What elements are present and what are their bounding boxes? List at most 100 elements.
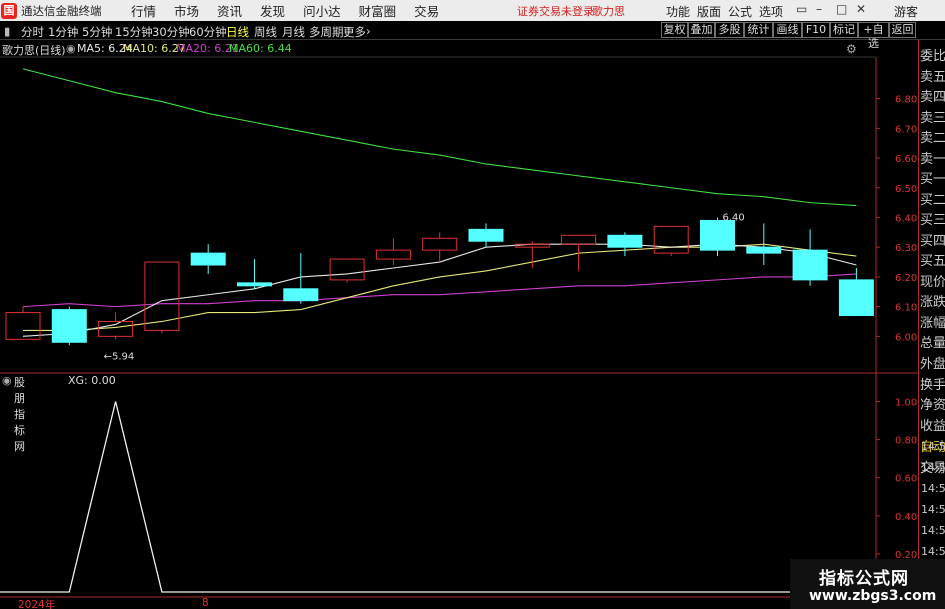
trade-time: 14:56 xyxy=(921,524,945,537)
quote-side-panel: 委比 卖五 卖四 卖三 卖二 卖一 买一 买二 买三 买四 买五 现价 涨跌 涨幅 总量 外盘 换手 净资 收益 自动… xyxy=(918,40,945,609)
price-tick-label: 6.20 xyxy=(895,273,917,284)
xg-indicator-line xyxy=(0,401,876,593)
minimize-icon[interactable]: – xyxy=(816,2,822,16)
quote-field-label: 卖五 xyxy=(920,70,945,85)
price-tick-label: 6.80 xyxy=(895,95,917,106)
period-daily[interactable]: 日线 xyxy=(226,24,249,40)
quote-field-label: 涨跌 xyxy=(920,295,945,310)
candle-up xyxy=(144,261,180,331)
candle-down xyxy=(746,246,782,254)
indicator-value: XG: 0.00 xyxy=(68,374,116,387)
period-monthly[interactable]: 月线 xyxy=(282,24,305,40)
period-1min[interactable]: 1分钟 xyxy=(48,24,78,40)
price-tick-label: 6.50 xyxy=(895,184,917,195)
candle-up xyxy=(514,243,550,248)
menu-layout[interactable]: 版面 xyxy=(697,3,721,20)
quote-field-label: 委比 xyxy=(920,49,945,64)
price-tick-label: 6.40 xyxy=(895,213,917,224)
quote-field-label: 卖四 xyxy=(920,90,945,105)
period-5min[interactable]: 5分钟 xyxy=(82,24,112,40)
period-multi[interactable]: 多周期 xyxy=(309,24,344,40)
watermark-title: 指标公式网 xyxy=(819,569,909,589)
candle-up xyxy=(422,237,458,251)
period-15min[interactable]: 15分钟 xyxy=(115,24,153,40)
quote-field-label: 收益 xyxy=(920,419,945,434)
date-label-year: 2024年 xyxy=(18,599,56,609)
quote-field-label: 卖二 xyxy=(920,131,945,146)
overlay-button[interactable]: 叠加 xyxy=(688,22,715,38)
collapse-icon[interactable]: ◉ xyxy=(66,42,76,55)
candle-down xyxy=(237,282,272,287)
kline-chart[interactable]: ⚙ 6.806.706.606.506.406.306.206.106.00 1… xyxy=(0,40,918,609)
statistics-button[interactable]: 统计 xyxy=(744,22,773,38)
stock-name-title: 歌力思 xyxy=(592,5,625,18)
quote-field-label: 涨幅 xyxy=(920,316,945,331)
menu-news[interactable]: 资讯 xyxy=(217,1,242,20)
period-toolbar: ▮ 分时 1分钟 5分钟 15分钟 30分钟 60分钟 日线 周线 月线 多周期… xyxy=(0,21,945,50)
price-tick-label: 6.70 xyxy=(895,124,917,135)
draw-line-button[interactable]: 画线 xyxy=(773,22,802,38)
watermark-url: www.zbgs3.com xyxy=(809,588,937,604)
ma-info-row: 歌力思(日线) ◉ MA5: 6.24 MA10: 6.27 MA20: 6.2… xyxy=(0,41,870,57)
indicator-tick-label: 1.00 xyxy=(895,398,917,409)
chart-title: 歌力思(日线) xyxy=(2,44,66,57)
quote-field-label: 净资 xyxy=(920,398,945,413)
period-weekly[interactable]: 周线 xyxy=(254,24,277,40)
ma60-line xyxy=(22,68,857,207)
trade-login-notice[interactable]: 证券交易未登录 xyxy=(517,3,594,19)
menu-quotes[interactable]: 行情 xyxy=(131,1,156,20)
candle-up xyxy=(653,225,689,254)
adjust-button[interactable]: 复权 xyxy=(661,22,688,38)
f10-button[interactable]: F10 xyxy=(802,22,830,38)
mark-button[interactable]: 标记 xyxy=(830,22,858,38)
period-60min[interactable]: 60分钟 xyxy=(189,24,227,40)
quote-field-label: 买四 xyxy=(920,234,945,249)
quote-field-label: 买三 xyxy=(920,213,945,228)
menu-formula[interactable]: 公式 xyxy=(728,3,752,20)
date-label-month: 8 xyxy=(202,597,209,609)
menu-market[interactable]: 市场 xyxy=(174,1,199,20)
menu-function[interactable]: 功能 xyxy=(666,3,690,20)
price-tick-label: 6.30 xyxy=(895,243,917,254)
quote-field-label: 卖一 xyxy=(920,152,945,167)
multi-stock-button[interactable]: 多股 xyxy=(715,22,744,38)
candle-down xyxy=(190,252,226,266)
quote-field-label: 现价 xyxy=(920,275,945,290)
period-30min[interactable]: 30分钟 xyxy=(152,24,190,40)
quote-field-label: 买一 xyxy=(920,172,945,187)
app-logo-icon: 国 xyxy=(1,2,17,19)
maximize-icon[interactable]: □ xyxy=(836,2,847,16)
close-icon[interactable]: ✕ xyxy=(856,2,866,16)
candle-down xyxy=(283,288,319,302)
menu-ask[interactable]: 问小达 xyxy=(303,1,341,20)
trade-time: 14:56 xyxy=(921,545,945,558)
price-tick-label: 6.10 xyxy=(895,303,917,314)
period-more[interactable]: 更多 xyxy=(343,24,366,40)
indicator-tick-label: 0.40 xyxy=(895,512,917,523)
menu-trade[interactable]: 交易 xyxy=(414,1,439,20)
toolbar-grip-icon: ▮ xyxy=(4,24,11,38)
back-button[interactable]: 返回 xyxy=(889,22,916,38)
quote-field-label: 换手 xyxy=(920,378,945,393)
candle-down xyxy=(700,219,735,251)
indicator-tick-label: 0.80 xyxy=(895,436,917,447)
restore-window-icon[interactable]: ▭ xyxy=(796,2,807,16)
low-price-annotation: ←5.94 xyxy=(104,351,135,362)
indicator-tick-label: 0.60 xyxy=(895,474,917,485)
menu-discover[interactable]: 发现 xyxy=(260,1,285,20)
period-intraday[interactable]: 分时 xyxy=(21,24,44,40)
quote-field-label: 买五 xyxy=(920,254,945,269)
candle-up xyxy=(375,249,411,260)
indicator-collapse-icon[interactable]: ◉ xyxy=(2,374,12,387)
guest-login[interactable]: 游客 xyxy=(894,3,918,20)
menu-options[interactable]: 选项 xyxy=(759,3,783,20)
more-chevron-icon[interactable]: › xyxy=(366,24,371,38)
quote-field-label: 卖三 xyxy=(920,111,945,126)
menu-wealth[interactable]: 财富圈 xyxy=(359,1,397,20)
candle-up xyxy=(561,234,597,245)
trade-time: 14:56 xyxy=(921,482,945,495)
candle-up xyxy=(329,258,365,281)
candle-up xyxy=(98,320,134,337)
app-title: 通达信金融终端 xyxy=(21,3,102,18)
add-watchlist-button[interactable]: +自选 xyxy=(858,22,889,50)
